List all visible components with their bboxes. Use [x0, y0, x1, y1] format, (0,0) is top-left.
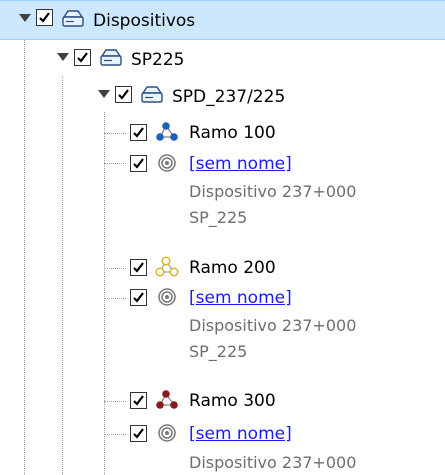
device-description: Dispositivo 237+000 [189, 453, 357, 472]
network-nodes-icon [155, 256, 179, 277]
checkmark-icon [133, 292, 144, 303]
drive-icon [141, 86, 163, 103]
expand-arrow-icon[interactable] [19, 14, 31, 22]
checkbox-ramo-100[interactable] [130, 124, 147, 141]
checkmark-icon [133, 127, 144, 138]
tree-view[interactable]: Dispositivos SP225 SPD_237/225 Ramo 100 … [0, 0, 445, 475]
checkmark-icon [133, 428, 144, 439]
checkbox-device[interactable] [130, 289, 147, 306]
network-nodes-icon [156, 390, 178, 409]
expand-arrow-icon[interactable] [57, 53, 69, 61]
tree-guide-line [104, 268, 126, 269]
drive-icon [100, 49, 122, 66]
drive-icon [62, 10, 84, 27]
device-description: Dispositivo 237+000 [189, 316, 357, 335]
checkbox-spd[interactable] [115, 86, 132, 103]
target-icon [158, 288, 176, 306]
checkmark-icon [77, 52, 88, 63]
tree-guide-line [62, 76, 63, 475]
device-road: SP_225 [189, 208, 248, 227]
checkbox-device[interactable] [130, 425, 147, 442]
device-road: SP_225 [189, 342, 248, 361]
checkbox-sp225[interactable] [74, 49, 91, 66]
checkmark-icon [133, 262, 144, 273]
checkbox-device[interactable] [130, 155, 147, 172]
tree-node-label: SP225 [131, 50, 185, 70]
checkbox-ramo-300[interactable] [130, 392, 147, 409]
tree-guide-line [104, 401, 126, 402]
device-name-link[interactable]: [sem nome] [189, 423, 292, 445]
tree-node-label: Ramo 200 [189, 258, 276, 278]
device-name-link[interactable]: [sem nome] [189, 153, 292, 175]
checkmark-icon [39, 12, 50, 23]
tree-node-label: Ramo 300 [189, 391, 276, 411]
checkbox-ramo-200[interactable] [130, 259, 147, 276]
tree-node-label: Dispositivos [93, 11, 196, 31]
device-name-link[interactable]: [sem nome] [189, 287, 292, 309]
tree-guide-line [24, 40, 25, 475]
tree-guide-line [104, 434, 126, 435]
tree-guide-line [104, 163, 126, 164]
tree-guide-line [104, 133, 126, 134]
tree-guide-line [104, 112, 105, 475]
checkmark-icon [133, 158, 144, 169]
checkmark-icon [133, 395, 144, 406]
tree-node-label: Ramo 100 [189, 123, 276, 143]
device-description: Dispositivo 237+000 [189, 182, 357, 201]
expand-arrow-icon[interactable] [98, 90, 110, 98]
checkmark-icon [118, 89, 129, 100]
network-nodes-icon [156, 122, 178, 141]
checkbox-dispositivos[interactable] [36, 9, 53, 26]
tree-guide-line [104, 298, 126, 299]
tree-node-label: SPD_237/225 [172, 87, 286, 107]
target-icon [158, 154, 176, 172]
target-icon [158, 424, 176, 442]
